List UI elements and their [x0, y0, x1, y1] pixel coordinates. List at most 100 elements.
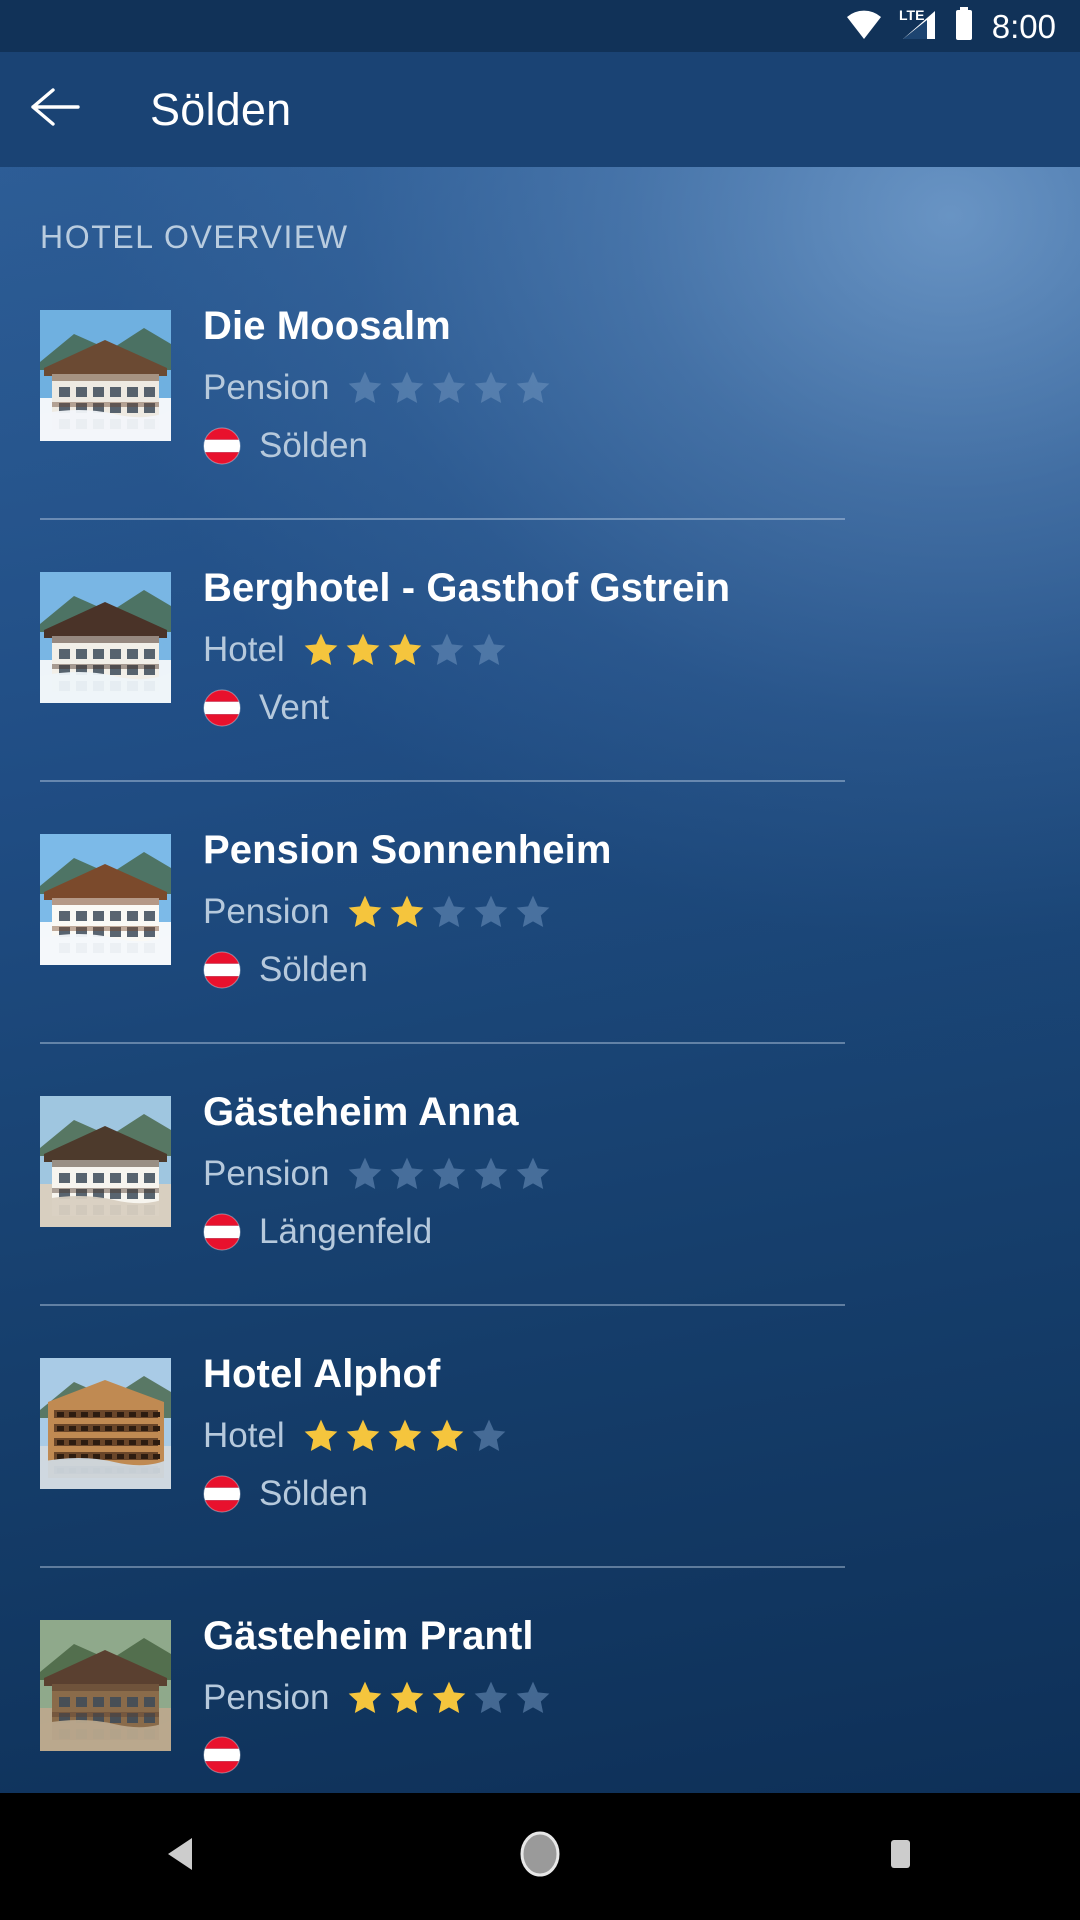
hotel-name: Die Moosalm — [203, 304, 451, 348]
star-empty-icon — [517, 1157, 550, 1189]
hotel-list-item[interactable]: Berghotel - Gasthof Gstrein Hotel Vent — [0, 556, 1080, 746]
hotel-type: Hotel — [203, 1416, 285, 1455]
star-empty-icon — [517, 895, 550, 927]
star-empty-icon — [472, 1419, 506, 1451]
hotel-details: Gästeheim Anna Pension Längenfeld — [171, 1080, 1080, 1270]
star-filled-icon — [433, 1681, 466, 1713]
star-rating — [345, 368, 553, 408]
star-filled-icon — [346, 633, 380, 665]
hotel-list-item[interactable]: Gästeheim Prantl Pension — [0, 1604, 1080, 1793]
hotel-thumbnail — [40, 1096, 171, 1227]
hotel-scroll-container[interactable]: HOTEL OVERVIEW Die Moosalm Pension Sölden B… — [0, 167, 1080, 1793]
hotel-meta: Hotel — [203, 630, 1080, 670]
hotel-list-item[interactable]: Pension Sonnenheim Pension Sölden — [0, 818, 1080, 1008]
austria-flag-icon — [203, 689, 241, 727]
triangle-back-icon — [162, 1834, 198, 1879]
star-empty-icon — [475, 371, 508, 403]
star-empty-icon — [475, 895, 508, 927]
back-button[interactable] — [0, 52, 110, 167]
hotel-meta: Pension — [203, 1678, 1080, 1718]
star-empty-icon — [349, 371, 382, 403]
star-filled-icon — [430, 1419, 464, 1451]
svg-text:LTE: LTE — [899, 7, 924, 23]
austria-flag-icon — [203, 1736, 241, 1774]
page-title: Sölden — [150, 83, 292, 135]
status-bar: LTE 8:00 — [0, 0, 1080, 52]
star-empty-icon — [475, 1681, 508, 1713]
hotel-list-item[interactable]: Gästeheim Anna Pension Längenfeld — [0, 1080, 1080, 1270]
location-name: Vent — [259, 688, 330, 727]
star-filled-icon — [388, 633, 422, 665]
star-filled-icon — [304, 633, 338, 665]
hotel-name: Berghotel - Gasthof Gstrein — [203, 566, 731, 610]
hotel-location: Vent — [203, 688, 1080, 728]
hotel-list: Die Moosalm Pension Sölden Berghotel - Gast… — [0, 294, 1080, 1793]
hotel-thumbnail — [40, 1358, 171, 1489]
phone-screen: LTE 8:00 Sölden HOTEL OVERVIEW Die Moosa… — [0, 0, 1080, 1920]
star-empty-icon — [433, 895, 466, 927]
location-name: Längenfeld — [259, 1212, 433, 1251]
location-name: Sölden — [259, 950, 368, 989]
hotel-type: Pension — [203, 368, 330, 407]
hotel-name: Gästeheim Anna — [203, 1090, 519, 1134]
nav-home-button[interactable] — [450, 1793, 630, 1920]
hotel-type: Pension — [203, 1154, 330, 1193]
austria-flag-icon — [203, 1475, 241, 1513]
nav-back-button[interactable] — [90, 1793, 270, 1920]
hotel-location — [203, 1736, 1080, 1774]
star-filled-icon — [349, 895, 382, 927]
hotel-name: Gästeheim Prantl — [203, 1614, 534, 1658]
hotel-location: Sölden — [203, 426, 1080, 466]
hotel-type: Pension — [203, 1678, 330, 1717]
star-empty-icon — [349, 1157, 382, 1189]
star-empty-icon — [391, 1157, 424, 1189]
hotel-thumbnail — [40, 1620, 171, 1751]
star-empty-icon — [430, 633, 464, 665]
star-empty-icon — [433, 371, 466, 403]
row-spacer — [0, 1044, 1080, 1080]
signal-icon: LTE — [897, 7, 941, 46]
hotel-details: Berghotel - Gasthof Gstrein Hotel Vent — [171, 556, 1080, 746]
location-name: Sölden — [259, 426, 368, 465]
section-header: HOTEL OVERVIEW — [40, 219, 349, 255]
android-nav-bar — [0, 1793, 1080, 1920]
austria-flag-icon — [203, 1213, 241, 1251]
hotel-location: Längenfeld — [203, 1212, 1080, 1252]
location-name: Sölden — [259, 1474, 368, 1513]
hotel-name: Pension Sonnenheim — [203, 828, 612, 872]
hotel-meta: Pension — [203, 892, 1080, 932]
star-rating — [345, 892, 553, 932]
hotel-name: Hotel Alphof — [203, 1352, 441, 1396]
hotel-details: Gästeheim Prantl Pension — [171, 1604, 1080, 1793]
hotel-meta: Pension — [203, 1154, 1080, 1194]
row-spacer — [0, 1568, 1080, 1604]
star-empty-icon — [475, 1157, 508, 1189]
row-spacer — [0, 520, 1080, 556]
hotel-location: Sölden — [203, 950, 1080, 990]
hotel-thumbnail — [40, 572, 171, 703]
star-empty-icon — [391, 371, 424, 403]
hotel-list-item[interactable]: Hotel Alphof Hotel Sölden — [0, 1342, 1080, 1532]
hotel-details: Hotel Alphof Hotel Sölden — [171, 1342, 1080, 1532]
hotel-type: Hotel — [203, 630, 285, 669]
battery-icon — [954, 6, 974, 46]
hotel-meta: Hotel — [203, 1416, 1080, 1456]
row-spacer — [0, 1306, 1080, 1342]
star-empty-icon — [517, 371, 550, 403]
hotel-details: Die Moosalm Pension Sölden — [171, 294, 1080, 484]
hotel-thumbnail — [40, 834, 171, 965]
star-empty-icon — [472, 633, 506, 665]
star-filled-icon — [346, 1419, 380, 1451]
app-bar: Sölden — [0, 52, 1080, 167]
star-rating — [345, 1678, 553, 1718]
hotel-location: Sölden — [203, 1474, 1080, 1514]
hotel-list-item[interactable]: Die Moosalm Pension Sölden — [0, 294, 1080, 484]
status-bar-clock: 8:00 — [991, 7, 1056, 45]
circle-home-icon — [516, 1830, 564, 1883]
star-filled-icon — [391, 895, 424, 927]
nav-recents-button[interactable] — [810, 1793, 990, 1920]
square-recents-icon — [882, 1834, 918, 1879]
content-area: HOTEL OVERVIEW Die Moosalm Pension Sölden B… — [0, 167, 1080, 1793]
star-empty-icon — [433, 1157, 466, 1189]
wifi-icon — [844, 8, 884, 45]
